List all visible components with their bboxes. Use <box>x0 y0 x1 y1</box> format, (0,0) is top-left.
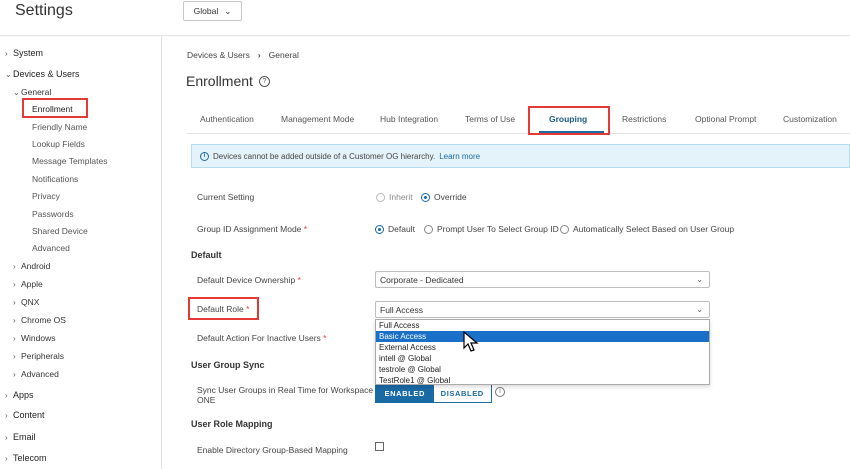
chevron-right-icon: › <box>5 432 8 442</box>
sidebar-item-qnx[interactable]: › QNX <box>13 297 39 307</box>
sidebar-item-message-templates[interactable]: Message Templates <box>32 156 107 166</box>
tab-bar: Authentication Management Mode Hub Integ… <box>187 108 850 134</box>
radio-override[interactable]: Override <box>421 192 467 202</box>
sidebar-item-windows[interactable]: › Windows <box>13 333 55 343</box>
chevron-down-icon: ⌄ <box>224 5 232 16</box>
device-ownership-select[interactable]: Corporate - Dedicated ⌄ <box>375 271 710 288</box>
role-option-testrole1-global[interactable]: TestRole1 @ Global <box>376 375 709 386</box>
settings-sidebar: › System ⌄ Devices & Users ⌄ General Enroll… <box>0 36 162 469</box>
default-role-dropdown-list: Full Access Basic Access External Access… <box>375 319 710 385</box>
current-setting-label: Current Setting <box>197 192 255 202</box>
sidebar-item-android[interactable]: › Android <box>13 261 50 271</box>
sidebar-item-peripherals[interactable]: › Peripherals <box>13 351 64 361</box>
chevron-right-icon: › <box>5 410 8 420</box>
og-selector-label: Global <box>193 6 219 16</box>
tab-authentication[interactable]: Authentication <box>200 114 254 124</box>
app-title: Settings <box>15 2 73 19</box>
mouse-cursor-icon <box>463 331 479 352</box>
group-id-mode-label: Group ID Assignment Mode * <box>197 224 308 234</box>
sidebar-item-general[interactable]: ⌄ General <box>13 87 51 97</box>
chevron-right-icon: › <box>13 315 16 325</box>
breadcrumb-current: General <box>268 50 299 60</box>
sidebar-item-advanced-general[interactable]: Advanced <box>32 243 70 253</box>
role-option-intell-global[interactable]: intell @ Global <box>376 353 709 364</box>
chevron-down-icon: ⌄ <box>696 275 703 284</box>
sidebar-item-email[interactable]: › Email <box>5 432 36 442</box>
role-option-testrole-global[interactable]: testrole @ Global <box>376 364 709 375</box>
grouping-tab-highlight-box <box>528 106 610 135</box>
sidebar-item-friendly-name[interactable]: Friendly Name <box>32 122 87 132</box>
sidebar-item-passwords[interactable]: Passwords <box>32 209 74 219</box>
device-ownership-label: Default Device Ownership * <box>197 275 301 285</box>
chevron-right-icon: › <box>13 369 16 379</box>
toggle-enabled[interactable]: ENABLED <box>376 385 434 402</box>
enrollment-highlight-box <box>22 98 88 118</box>
radio-inherit[interactable]: Inherit <box>376 192 413 202</box>
directory-mapping-checkbox[interactable] <box>375 442 384 451</box>
chevron-right-icon: › <box>5 453 8 463</box>
tab-restrictions[interactable]: Restrictions <box>622 114 666 124</box>
section-default-heading: Default <box>191 250 222 260</box>
role-option-basic-access[interactable]: Basic Access <box>376 331 709 342</box>
help-icon[interactable]: ? <box>258 75 270 87</box>
sync-groups-toggle[interactable]: ENABLED DISABLED <box>375 384 492 403</box>
role-option-external-access[interactable]: External Access <box>376 342 709 353</box>
chevron-right-icon: › <box>13 261 16 271</box>
default-role-highlight-box <box>188 297 259 320</box>
sidebar-item-devices-users[interactable]: ⌄ Devices & Users <box>5 69 80 79</box>
sidebar-item-notifications[interactable]: Notifications <box>32 174 78 184</box>
section-user-role-mapping-heading: User Role Mapping <box>191 419 273 429</box>
toggle-disabled[interactable]: DISABLED <box>433 385 491 402</box>
chevron-down-icon: ⌄ <box>13 87 20 97</box>
radio-prompt-user[interactable]: Prompt User To Select Group ID <box>424 224 559 234</box>
sidebar-item-chrome-os[interactable]: › Chrome OS <box>13 315 66 325</box>
sidebar-item-advanced[interactable]: › Advanced <box>13 369 59 379</box>
chevron-right-icon: › <box>5 390 8 400</box>
sidebar-item-apps[interactable]: › Apps <box>5 390 34 400</box>
chevron-right-icon: › <box>257 50 261 60</box>
sidebar-item-content[interactable]: › Content <box>5 410 45 420</box>
sidebar-item-system[interactable]: › System <box>5 48 43 58</box>
info-icon[interactable]: i <box>495 385 505 397</box>
tab-customization[interactable]: Customization <box>783 114 837 124</box>
chevron-right-icon: › <box>5 48 8 58</box>
default-role-select[interactable]: Full Access ⌄ <box>375 301 710 318</box>
chevron-right-icon: › <box>13 297 16 307</box>
sidebar-item-shared-device[interactable]: Shared Device <box>32 226 88 236</box>
role-option-full-access[interactable]: Full Access <box>376 320 709 331</box>
info-icon: i <box>200 151 209 161</box>
learn-more-link[interactable]: Learn more <box>439 152 480 161</box>
info-banner-text: Devices cannot be added outside of a Cus… <box>213 151 436 161</box>
section-user-group-sync-heading: User Group Sync <box>191 360 265 370</box>
radio-default[interactable]: Default <box>375 224 415 234</box>
tab-optional-prompt[interactable]: Optional Prompt <box>695 114 756 124</box>
breadcrumb-parent[interactable]: Devices & Users <box>187 50 250 60</box>
inactive-users-label: Default Action For Inactive Users * <box>197 333 327 343</box>
sidebar-item-apple[interactable]: › Apple <box>13 279 43 289</box>
directory-mapping-label: Enable Directory Group-Based Mapping <box>197 445 348 455</box>
tab-terms-of-use[interactable]: Terms of Use <box>465 114 515 124</box>
sidebar-item-lookup-fields[interactable]: Lookup Fields <box>32 139 85 149</box>
sidebar-item-telecom[interactable]: › Telecom <box>5 453 47 463</box>
sidebar-item-privacy[interactable]: Privacy <box>32 191 60 201</box>
chevron-down-icon: ⌄ <box>5 69 12 79</box>
chevron-right-icon: › <box>13 333 16 343</box>
page-title: Enrollment ? <box>186 73 270 89</box>
tab-hub-integration[interactable]: Hub Integration <box>380 114 438 124</box>
breadcrumb: Devices & Users › General <box>187 50 299 60</box>
info-banner: i Devices cannot be added outside of a C… <box>191 144 850 168</box>
chevron-right-icon: › <box>13 351 16 361</box>
chevron-down-icon: ⌄ <box>696 305 703 314</box>
radio-auto-select[interactable]: Automatically Select Based on User Group <box>560 224 734 234</box>
organization-group-selector[interactable]: Global ⌄ <box>183 1 242 21</box>
tab-management-mode[interactable]: Management Mode <box>281 114 354 124</box>
sync-groups-label: Sync User Groups in Real Time for Worksp… <box>197 385 374 405</box>
chevron-right-icon: › <box>13 279 16 289</box>
